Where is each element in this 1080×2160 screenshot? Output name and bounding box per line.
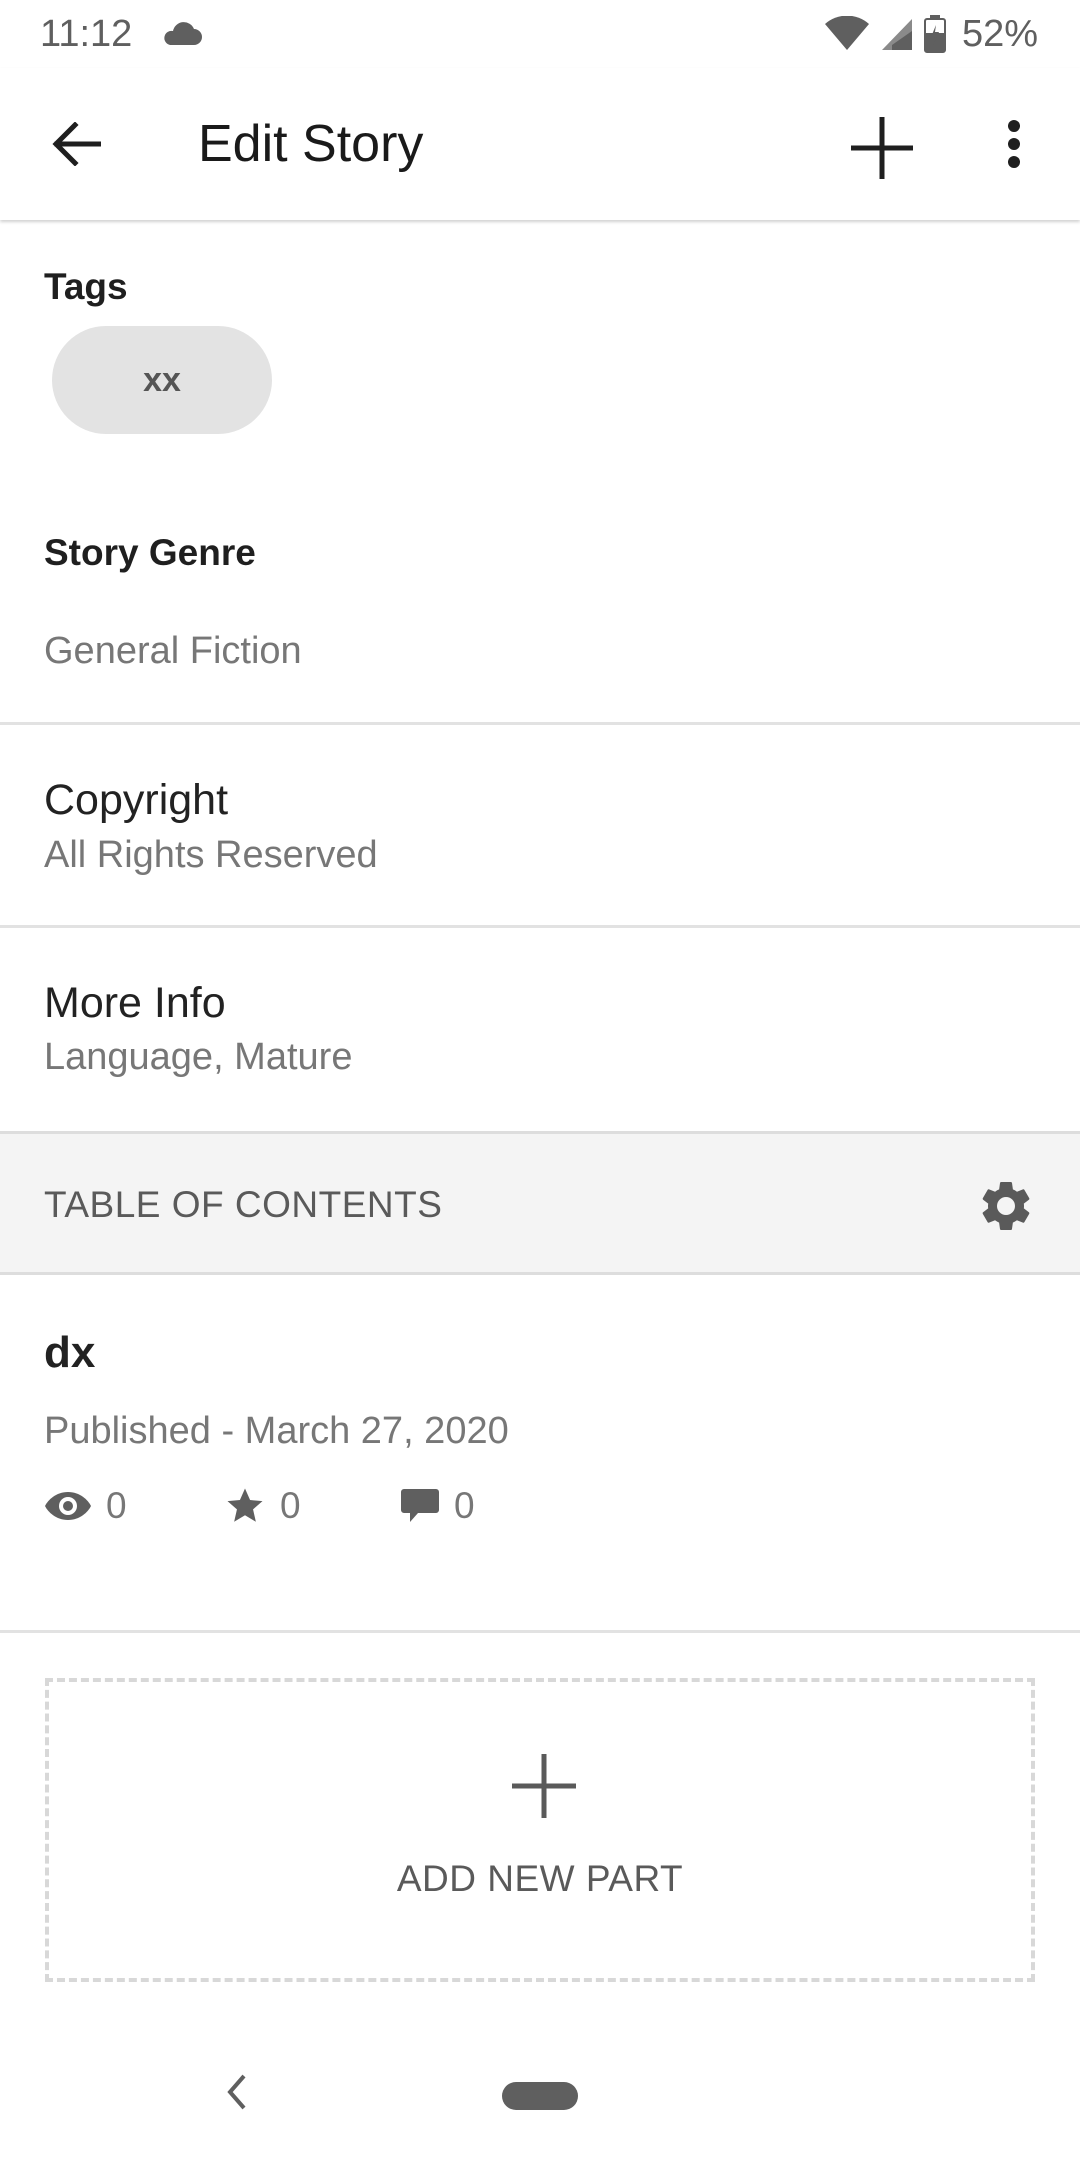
views-stat: 0 bbox=[44, 1478, 127, 1534]
back-arrow-icon bbox=[52, 122, 101, 166]
battery-icon bbox=[923, 15, 946, 53]
cell-signal-icon bbox=[881, 19, 912, 50]
more-info-value: Language, Mature bbox=[44, 1036, 353, 1078]
comments-stat: 0 bbox=[400, 1478, 475, 1534]
add-new-part-button[interactable]: ADD NEW PART bbox=[45, 1678, 1035, 1982]
page-title: Edit Story bbox=[198, 115, 424, 173]
back-button[interactable] bbox=[44, 112, 108, 176]
status-left: 11:12 bbox=[40, 12, 203, 56]
status-bar: 11:12 52% bbox=[0, 0, 1080, 68]
plus-icon bbox=[512, 1754, 576, 1818]
votes-stat: 0 bbox=[224, 1478, 301, 1534]
gear-icon[interactable] bbox=[976, 1176, 1036, 1236]
toc-title: TABLE OF CONTENTS bbox=[44, 1184, 443, 1225]
part-stats: 0 0 0 bbox=[44, 1478, 744, 1534]
divider bbox=[0, 722, 1080, 725]
wifi-icon bbox=[824, 16, 869, 50]
table-of-contents-header: TABLE OF CONTENTS bbox=[0, 1131, 1080, 1275]
edit-story-screen: 11:12 52% Edit Story Tags xx Story Genre… bbox=[0, 0, 1080, 2160]
tags-label: Tags bbox=[44, 266, 128, 307]
genre-value[interactable]: General Fiction bbox=[44, 630, 302, 673]
genre-label: Story Genre bbox=[44, 532, 256, 573]
star-icon bbox=[227, 1488, 263, 1522]
more-options-button[interactable] bbox=[992, 112, 1036, 176]
divider bbox=[0, 925, 1080, 928]
copyright-title: Copyright bbox=[44, 776, 229, 824]
more-vert-icon bbox=[1008, 120, 1020, 168]
votes-count: 0 bbox=[280, 1485, 301, 1526]
battery-percent: 52% bbox=[961, 12, 1038, 55]
tag-chip[interactable]: xx bbox=[52, 326, 272, 434]
copyright-value: All Rights Reserved bbox=[44, 834, 378, 876]
app-bar: Edit Story bbox=[0, 68, 1080, 220]
part-title: dx bbox=[44, 1328, 96, 1377]
cloud-icon bbox=[164, 22, 203, 45]
plus-icon bbox=[851, 117, 913, 179]
nav-home-pill[interactable] bbox=[502, 2082, 578, 2110]
more-info-title: More Info bbox=[44, 979, 226, 1027]
nav-back-icon[interactable] bbox=[222, 2072, 252, 2112]
add-button[interactable] bbox=[844, 110, 920, 186]
comments-count: 0 bbox=[454, 1485, 475, 1526]
add-new-part-label: ADD NEW PART bbox=[396, 1858, 684, 1899]
eye-icon bbox=[45, 1492, 91, 1520]
part-status: Published - March 27, 2020 bbox=[44, 1410, 509, 1452]
status-time: 11:12 bbox=[40, 12, 133, 55]
comment-icon bbox=[401, 1489, 439, 1522]
status-right: 52% bbox=[824, 13, 1038, 56]
views-count: 0 bbox=[106, 1485, 127, 1526]
divider bbox=[0, 1630, 1080, 1633]
